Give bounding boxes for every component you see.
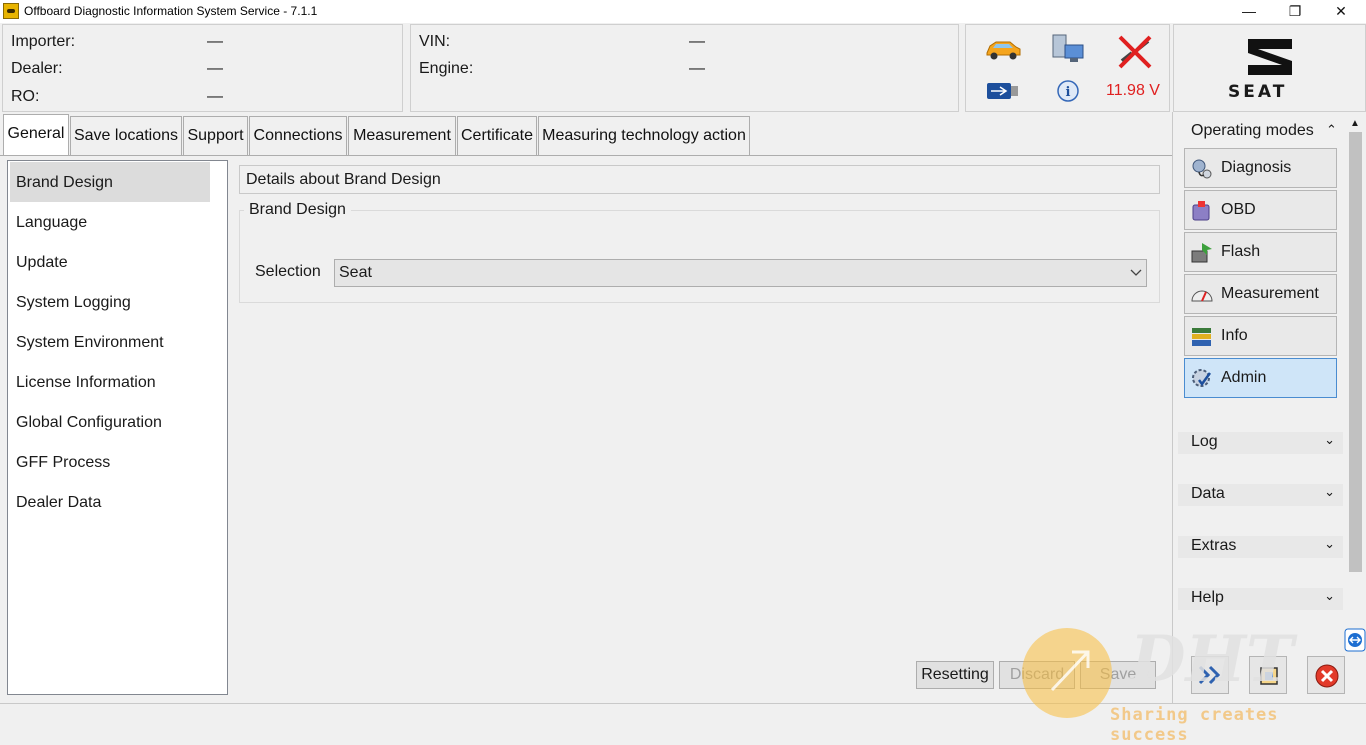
mode-measurement-label: Measurement: [1221, 285, 1319, 303]
brand-selection-dropdown[interactable]: Seat: [334, 259, 1147, 287]
network-icon: [1050, 33, 1086, 67]
tab-bar: General Save locations Support Connectio…: [0, 113, 1172, 156]
mode-flash-label: Flash: [1221, 243, 1260, 261]
section-log-label: Log: [1191, 433, 1218, 451]
nav-item-brand-design[interactable]: Brand Design: [16, 174, 113, 192]
mode-info-button[interactable]: Info: [1184, 316, 1337, 356]
seat-logo-text: SEAT: [1228, 82, 1287, 102]
vehicle-icon: [984, 37, 1022, 61]
mode-admin-button[interactable]: Admin: [1184, 358, 1337, 398]
section-log[interactable]: Log ⌄: [1178, 432, 1343, 454]
selection-value: Seat: [339, 264, 372, 282]
usb-icon: [986, 81, 1020, 101]
brand-design-group: [239, 210, 1160, 303]
nav-item-language[interactable]: Language: [16, 214, 87, 232]
nav-item-global-configuration[interactable]: Global Configuration: [16, 414, 162, 432]
details-header: Details about Brand Design: [239, 165, 1160, 194]
disconnected-icon: [1116, 33, 1154, 71]
collapse-modes-icon[interactable]: ⌃: [1326, 122, 1337, 138]
vehicle-info-panel: VIN: — Engine: —: [410, 24, 959, 112]
minimize-button[interactable]: —: [1226, 0, 1272, 23]
section-extras[interactable]: Extras ⌄: [1178, 536, 1343, 558]
vin-label: VIN:: [419, 33, 450, 51]
close-button[interactable]: ✕: [1318, 0, 1364, 23]
nav-item-dealer-data[interactable]: Dealer Data: [16, 494, 101, 512]
tab-certificate[interactable]: Certificate: [457, 116, 537, 155]
gauge-icon: [1190, 283, 1214, 307]
section-data-label: Data: [1191, 485, 1225, 503]
mode-obd-button[interactable]: OBD: [1184, 190, 1337, 230]
info-icon[interactable]: i: [1056, 79, 1082, 105]
battery-voltage: 11.98 V: [1106, 82, 1160, 100]
tab-connections[interactable]: Connections: [249, 116, 347, 155]
ro-label: RO:: [11, 88, 39, 106]
mode-info-label: Info: [1221, 327, 1248, 345]
seat-logo-icon: [1244, 37, 1296, 77]
mode-obd-label: OBD: [1221, 201, 1256, 219]
obd-icon: [1190, 199, 1214, 223]
details-title: Details about Brand Design: [246, 171, 441, 189]
mode-admin-label: Admin: [1221, 369, 1266, 387]
expand-icon: ⌄: [1324, 536, 1335, 552]
nav-item-system-logging[interactable]: System Logging: [16, 294, 131, 312]
section-help-label: Help: [1191, 589, 1224, 607]
mode-flash-button[interactable]: Flash: [1184, 232, 1337, 272]
app-icon: [3, 3, 19, 19]
section-data[interactable]: Data ⌄: [1178, 484, 1343, 506]
selection-label: Selection: [255, 263, 321, 281]
section-help[interactable]: Help ⌄: [1178, 588, 1343, 610]
window-title: Offboard Diagnostic Information System S…: [24, 4, 317, 18]
section-extras-label: Extras: [1191, 537, 1236, 555]
tab-general[interactable]: General: [3, 114, 69, 156]
watermark-text: Sharing creates success: [1110, 705, 1366, 745]
flash-icon: [1190, 241, 1214, 265]
nav-item-system-environment[interactable]: System Environment: [16, 334, 164, 352]
tab-measuring-technology-action[interactable]: Measuring technology action: [538, 116, 750, 155]
vin-value: —: [689, 33, 705, 51]
tab-save-locations[interactable]: Save locations: [70, 116, 182, 155]
scroll-up-icon[interactable]: ▲: [1350, 118, 1360, 129]
dealer-info-panel: Importer: — Dealer: — RO: —: [2, 24, 403, 112]
exit-button[interactable]: [1307, 656, 1345, 694]
close-circle-icon: [1314, 663, 1340, 689]
dealer-label: Dealer:: [11, 60, 63, 78]
engine-label: Engine:: [419, 60, 473, 78]
tab-support[interactable]: Support: [183, 116, 248, 155]
teamviewer-icon[interactable]: [1344, 628, 1366, 652]
importer-label: Importer:: [11, 33, 75, 51]
settings-nav-list: Brand Design Language Update System Logg…: [7, 160, 228, 695]
importer-value: —: [207, 33, 223, 51]
engine-value: —: [689, 60, 705, 78]
stethoscope-icon: [1190, 157, 1214, 181]
watermark-arrow-icon: [1040, 640, 1100, 700]
title-bar: Offboard Diagnostic Information System S…: [0, 0, 1366, 23]
expand-icon: ⌄: [1324, 484, 1335, 500]
brand-logo-panel: SEAT: [1173, 24, 1366, 112]
connection-status-panel: i 11.98 V: [965, 24, 1170, 112]
tab-measurement[interactable]: Measurement: [348, 116, 456, 155]
ro-value: —: [207, 88, 223, 106]
svg-text:i: i: [1066, 85, 1071, 100]
resetting-button[interactable]: Resetting: [916, 661, 994, 689]
expand-icon: ⌄: [1324, 588, 1335, 604]
dealer-value: —: [207, 60, 223, 78]
right-panel-scrollbar[interactable]: ▲: [1347, 116, 1364, 636]
gear-check-icon: [1190, 367, 1214, 391]
restore-button[interactable]: ❐: [1272, 0, 1318, 23]
books-icon: [1190, 325, 1214, 349]
watermark-logo-text: DHT: [1130, 622, 1294, 697]
expand-icon: ⌄: [1324, 432, 1335, 448]
chevron-down-icon: [1130, 269, 1142, 277]
operating-modes-title: Operating modes: [1191, 122, 1314, 140]
nav-item-gff-process[interactable]: GFF Process: [16, 454, 110, 472]
nav-item-license-information[interactable]: License Information: [16, 374, 156, 392]
nav-item-update[interactable]: Update: [16, 254, 68, 272]
scroll-thumb[interactable]: [1349, 132, 1362, 572]
mode-diagnosis-label: Diagnosis: [1221, 159, 1291, 177]
group-title: Brand Design: [244, 201, 351, 219]
mode-diagnosis-button[interactable]: Diagnosis: [1184, 148, 1337, 188]
mode-measurement-button[interactable]: Measurement: [1184, 274, 1337, 314]
